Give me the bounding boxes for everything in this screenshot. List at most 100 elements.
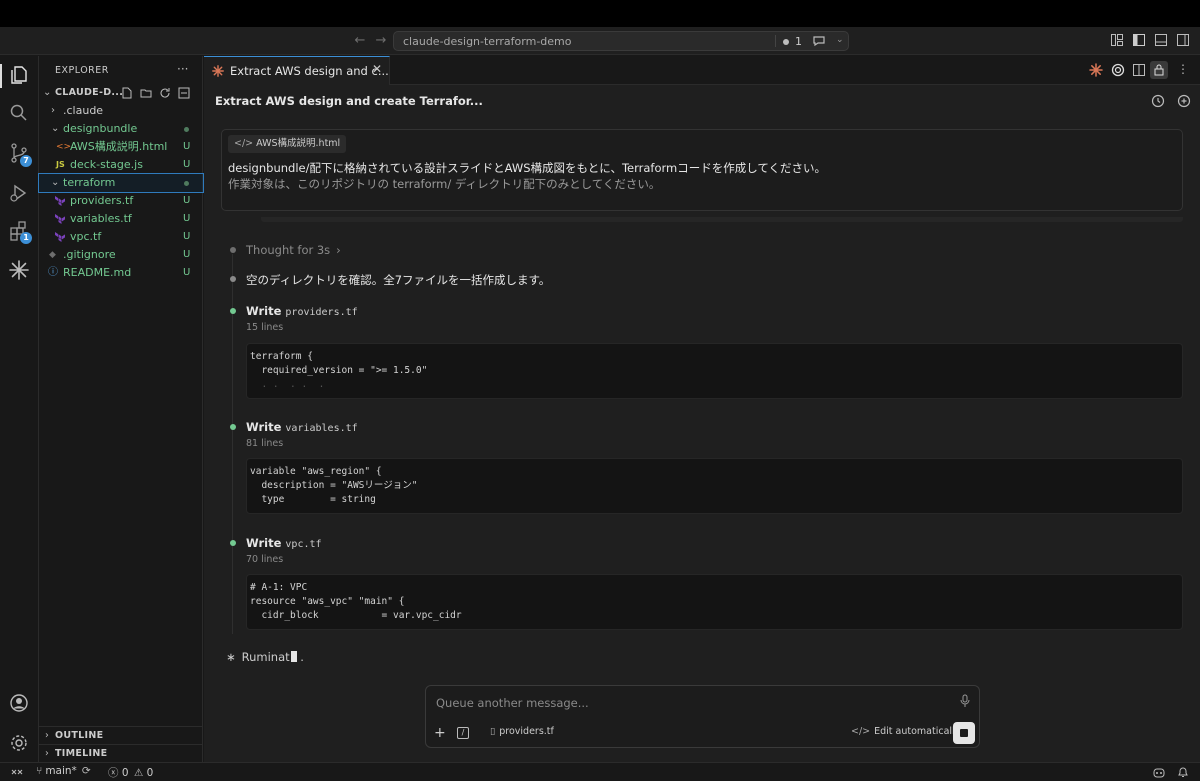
error-icon: ⓧ xyxy=(108,767,119,779)
add-context-button[interactable]: + xyxy=(434,726,448,740)
outline-section[interactable]: › OUTLINE xyxy=(39,726,203,744)
error-count: 0 xyxy=(121,767,129,779)
toggle-panel-icon[interactable] xyxy=(1154,33,1168,47)
chevron-right-icon: › xyxy=(51,105,55,116)
microphone-icon[interactable] xyxy=(959,694,971,708)
write-filename: variables.tf xyxy=(285,423,358,434)
tree-item-aws-html[interactable]: <> AWS構成説明.html U xyxy=(39,138,203,156)
tree-item-claude[interactable]: › .claude xyxy=(39,102,203,120)
more-actions-icon[interactable]: ··· xyxy=(177,62,188,76)
search-icon[interactable] xyxy=(8,102,30,124)
tree-item-designbundle[interactable]: ⌄ designbundle xyxy=(39,120,203,138)
tree-item-variables[interactable]: variables.tf U xyxy=(39,210,203,228)
timeline-dot-success xyxy=(230,308,236,314)
slash-command-button[interactable]: / xyxy=(457,727,469,739)
assistant-text: 空のディレクトリを確認。全7ファイルを一括作成します。 xyxy=(246,273,551,287)
chevron-down-icon: ⌄ xyxy=(51,123,60,134)
back-arrow-icon[interactable]: ← xyxy=(352,33,368,49)
history-icon[interactable] xyxy=(1151,94,1165,108)
refresh-icon[interactable] xyxy=(159,87,171,99)
tab-claude-chat[interactable]: Extract AWS design and c... ✕ xyxy=(204,56,390,85)
explorer-sidebar: EXPLORER ··· ⌄ CLAUDE-D... › .claude ⌄ d… xyxy=(38,56,204,762)
html-file-icon: <> xyxy=(56,142,72,152)
problems-dot-icon xyxy=(783,39,789,45)
close-icon[interactable]: ✕ xyxy=(372,62,382,76)
copilot-chat-icon[interactable] xyxy=(812,35,826,47)
branch-icon: ⑂ xyxy=(36,765,43,777)
lock-toggle[interactable] xyxy=(1150,61,1168,79)
tree-item-label: .claude xyxy=(63,104,104,117)
write-filename: vpc.tf xyxy=(285,539,322,550)
timeline-section[interactable]: › TIMELINE xyxy=(39,744,203,762)
tree-item-label: terraform xyxy=(63,176,116,189)
tree-item-readme[interactable]: ⓘ README.md U xyxy=(39,264,203,282)
outline-label: OUTLINE xyxy=(55,730,104,741)
edit-mode-button[interactable]: </> Edit automatically xyxy=(851,726,960,737)
openai-logo-icon[interactable] xyxy=(1111,63,1125,77)
thought-toggle[interactable]: Thought for 3s › xyxy=(246,243,341,257)
workspace-root-label: CLAUDE-D... xyxy=(55,87,124,98)
thinking-label: Ruminat xyxy=(241,650,290,664)
chevron-right-icon: › xyxy=(45,730,50,741)
message-input[interactable] xyxy=(436,694,936,712)
context-file-chip[interactable]: ▯ providers.tf xyxy=(490,726,554,737)
claude-sparkle-icon[interactable] xyxy=(8,259,30,281)
new-chat-icon[interactable] xyxy=(1177,94,1191,108)
tree-item-vpc[interactable]: vpc.tf U xyxy=(39,228,203,246)
stop-button[interactable] xyxy=(953,722,975,744)
settings-gear-icon[interactable] xyxy=(8,732,30,754)
code-icon: </> xyxy=(851,726,871,737)
code-preview[interactable]: # A-1: VPC resource "aws_vpc" "main" { c… xyxy=(246,574,1183,630)
tree-item-gitignore[interactable]: ◆ .gitignore U xyxy=(39,246,203,264)
chevron-down-icon[interactable]: ⌄ xyxy=(836,35,846,47)
terraform-file-icon xyxy=(55,232,65,242)
write-header[interactable]: Write vpc.tf xyxy=(246,536,322,550)
git-status: U xyxy=(183,231,191,242)
tree-item-label: AWS構成説明.html xyxy=(70,140,168,153)
timeline-dot xyxy=(230,276,236,282)
account-icon[interactable] xyxy=(8,692,30,714)
new-folder-icon[interactable] xyxy=(140,87,152,99)
tree-item-deck-stage[interactable]: JS deck-stage.js U xyxy=(39,156,203,174)
forward-arrow-icon[interactable]: → xyxy=(373,33,389,49)
terraform-file-icon xyxy=(55,214,65,224)
explorer-files-icon[interactable] xyxy=(8,64,30,86)
git-status: U xyxy=(183,267,191,278)
notifications-bell-icon[interactable] xyxy=(1176,765,1190,779)
tree-item-terraform[interactable]: ⌄ terraform xyxy=(38,173,204,193)
git-branch[interactable]: ⑂ main* ⟳ xyxy=(36,765,91,777)
new-file-icon[interactable] xyxy=(121,87,133,99)
write-line-count: 81 lines xyxy=(246,438,284,449)
code-preview[interactable]: variable "aws_region" { description = "A… xyxy=(246,458,1183,514)
attachment-chip[interactable]: </> AWS構成説明.html xyxy=(228,135,347,153)
layout-customize-icon[interactable] xyxy=(1110,33,1124,47)
divider xyxy=(775,35,776,47)
tree-item-providers[interactable]: providers.tf U xyxy=(39,192,203,210)
git-status: U xyxy=(183,249,191,260)
code-preview[interactable]: terraform { required_version = ">= 1.5.0… xyxy=(246,343,1183,399)
copilot-icon[interactable] xyxy=(1152,765,1166,779)
toggle-sidebar-icon[interactable] xyxy=(1132,33,1146,47)
code-line: cidr_block = var.vpc_cidr xyxy=(250,610,462,621)
split-editor-icon[interactable] xyxy=(1132,63,1146,77)
toggle-secondary-sidebar-icon[interactable] xyxy=(1176,33,1190,47)
problems-status[interactable]: ⓧ 0 ⚠ 0 xyxy=(108,765,153,780)
more-actions-icon[interactable]: ⋮ xyxy=(1177,63,1191,77)
workspace-root[interactable]: ⌄ CLAUDE-D... xyxy=(39,84,203,102)
problem-count: 1 xyxy=(795,35,802,48)
timeline-dot xyxy=(230,247,236,253)
collapse-all-icon[interactable] xyxy=(178,87,190,99)
write-header[interactable]: Write providers.tf xyxy=(246,304,358,318)
active-indicator xyxy=(0,64,2,88)
remote-icon[interactable] xyxy=(10,765,24,779)
context-file-label: providers.tf xyxy=(499,726,554,737)
tree-item-label: README.md xyxy=(63,266,132,279)
edit-mode-label: Edit automatically xyxy=(874,726,961,737)
command-center[interactable]: claude-design-terraform-demo 1 ⌄ xyxy=(393,31,849,51)
stop-icon xyxy=(960,729,968,737)
write-line-count: 70 lines xyxy=(246,554,284,565)
claude-logo-icon[interactable] xyxy=(1089,63,1103,77)
user-message-line-2: 作業対象は、このリポジトリの terraform/ ディレクトリ配下のみとしてく… xyxy=(228,177,661,191)
run-debug-icon[interactable] xyxy=(8,182,30,204)
write-header[interactable]: Write variables.tf xyxy=(246,420,358,434)
